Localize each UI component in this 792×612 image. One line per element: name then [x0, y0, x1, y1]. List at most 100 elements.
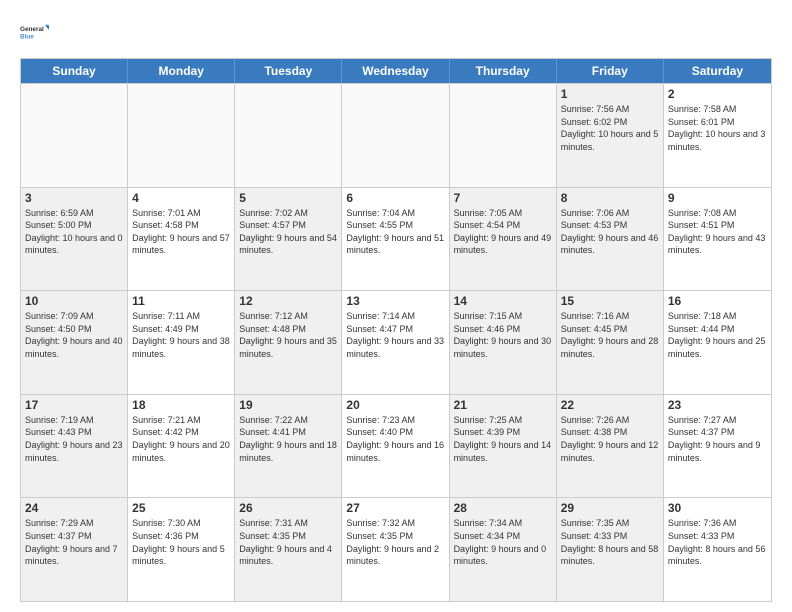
- calendar-cell: [21, 84, 128, 187]
- day-info: Sunrise: 7:18 AM Sunset: 4:44 PM Dayligh…: [668, 310, 767, 360]
- day-number: 14: [454, 294, 552, 308]
- calendar-cell: 16 Sunrise: 7:18 AM Sunset: 4:44 PM Dayli…: [664, 291, 771, 394]
- calendar-cell: 5 Sunrise: 7:02 AM Sunset: 4:57 PM Daylig…: [235, 188, 342, 291]
- svg-text:Blue: Blue: [20, 33, 34, 40]
- day-number: 30: [668, 501, 767, 515]
- day-number: 5: [239, 191, 337, 205]
- day-info: Sunrise: 7:09 AM Sunset: 4:50 PM Dayligh…: [25, 310, 123, 360]
- calendar-cell: [450, 84, 557, 187]
- logo-icon: General Blue: [20, 16, 52, 48]
- day-info: Sunrise: 7:58 AM Sunset: 6:01 PM Dayligh…: [668, 103, 767, 153]
- day-number: 3: [25, 191, 123, 205]
- day-number: 16: [668, 294, 767, 308]
- calendar-cell: 3 Sunrise: 6:59 AM Sunset: 5:00 PM Daylig…: [21, 188, 128, 291]
- calendar-cell: 29Sunrise: 7:35 AM Sunset: 4:33 PM Dayli…: [557, 498, 664, 601]
- calendar-cell: 23 Sunrise: 7:27 AM Sunset: 4:37 PM Dayli…: [664, 395, 771, 498]
- day-info: Sunrise: 7:04 AM Sunset: 4:55 PM Dayligh…: [346, 207, 444, 257]
- day-number: 12: [239, 294, 337, 308]
- day-info: Sunrise: 7:25 AM Sunset: 4:39 PM Dayligh…: [454, 414, 552, 464]
- header-cell-sunday: Sunday: [21, 59, 128, 83]
- day-number: 19: [239, 398, 337, 412]
- day-info: Sunrise: 7:36 AM Sunset: 4:33 PM Dayligh…: [668, 517, 767, 567]
- day-number: 6: [346, 191, 444, 205]
- day-number: 10: [25, 294, 123, 308]
- day-info: Sunrise: 7:12 AM Sunset: 4:48 PM Dayligh…: [239, 310, 337, 360]
- day-number: 29: [561, 501, 659, 515]
- calendar-cell: 19Sunrise: 7:22 AM Sunset: 4:41 PM Dayli…: [235, 395, 342, 498]
- day-info: Sunrise: 7:34 AM Sunset: 4:34 PM Dayligh…: [454, 517, 552, 567]
- header-cell-monday: Monday: [128, 59, 235, 83]
- day-number: 13: [346, 294, 444, 308]
- day-number: 28: [454, 501, 552, 515]
- calendar-cell: 11 Sunrise: 7:11 AM Sunset: 4:49 PM Dayli…: [128, 291, 235, 394]
- day-info: Sunrise: 7:15 AM Sunset: 4:46 PM Dayligh…: [454, 310, 552, 360]
- page-header: General Blue: [20, 16, 772, 48]
- day-info: Sunrise: 7:23 AM Sunset: 4:40 PM Dayligh…: [346, 414, 444, 464]
- day-number: 27: [346, 501, 444, 515]
- week-row-3: 10 Sunrise: 7:09 AM Sunset: 4:50 PM Dayli…: [21, 290, 771, 394]
- calendar-cell: 21 Sunrise: 7:25 AM Sunset: 4:39 PM Dayli…: [450, 395, 557, 498]
- day-info: Sunrise: 7:02 AM Sunset: 4:57 PM Dayligh…: [239, 207, 337, 257]
- calendar: SundayMondayTuesdayWednesdayThursdayFrid…: [20, 58, 772, 602]
- day-number: 18: [132, 398, 230, 412]
- calendar-cell: 12 Sunrise: 7:12 AM Sunset: 4:48 PM Dayli…: [235, 291, 342, 394]
- day-info: Sunrise: 7:16 AM Sunset: 4:45 PM Dayligh…: [561, 310, 659, 360]
- calendar-cell: 14 Sunrise: 7:15 AM Sunset: 4:46 PM Dayli…: [450, 291, 557, 394]
- day-number: 17: [25, 398, 123, 412]
- calendar-cell: 17 Sunrise: 7:19 AM Sunset: 4:43 PM Dayli…: [21, 395, 128, 498]
- day-info: Sunrise: 7:14 AM Sunset: 4:47 PM Dayligh…: [346, 310, 444, 360]
- calendar-cell: 25Sunrise: 7:30 AM Sunset: 4:36 PM Dayli…: [128, 498, 235, 601]
- day-number: 11: [132, 294, 230, 308]
- calendar-cell: 30 Sunrise: 7:36 AM Sunset: 4:33 PM Dayli…: [664, 498, 771, 601]
- day-info: Sunrise: 7:01 AM Sunset: 4:58 PM Dayligh…: [132, 207, 230, 257]
- calendar-cell: 8 Sunrise: 7:06 AM Sunset: 4:53 PM Daylig…: [557, 188, 664, 291]
- day-info: Sunrise: 7:29 AM Sunset: 4:37 PM Dayligh…: [25, 517, 123, 567]
- calendar-body: 1Sunrise: 7:56 AM Sunset: 6:02 PM Daylig…: [21, 83, 771, 601]
- week-row-5: 24 Sunrise: 7:29 AM Sunset: 4:37 PM Dayli…: [21, 497, 771, 601]
- day-number: 26: [239, 501, 337, 515]
- day-info: Sunrise: 7:06 AM Sunset: 4:53 PM Dayligh…: [561, 207, 659, 257]
- day-info: Sunrise: 7:21 AM Sunset: 4:42 PM Dayligh…: [132, 414, 230, 464]
- day-info: Sunrise: 7:08 AM Sunset: 4:51 PM Dayligh…: [668, 207, 767, 257]
- header-cell-wednesday: Wednesday: [342, 59, 449, 83]
- week-row-2: 3 Sunrise: 6:59 AM Sunset: 5:00 PM Daylig…: [21, 187, 771, 291]
- day-number: 22: [561, 398, 659, 412]
- calendar-cell: 18 Sunrise: 7:21 AM Sunset: 4:42 PM Dayli…: [128, 395, 235, 498]
- week-row-4: 17 Sunrise: 7:19 AM Sunset: 4:43 PM Dayli…: [21, 394, 771, 498]
- day-info: Sunrise: 7:19 AM Sunset: 4:43 PM Dayligh…: [25, 414, 123, 464]
- calendar-cell: 15Sunrise: 7:16 AM Sunset: 4:45 PM Dayli…: [557, 291, 664, 394]
- day-info: Sunrise: 7:32 AM Sunset: 4:35 PM Dayligh…: [346, 517, 444, 567]
- calendar-cell: 26 Sunrise: 7:31 AM Sunset: 4:35 PM Dayli…: [235, 498, 342, 601]
- calendar-cell: 4 Sunrise: 7:01 AM Sunset: 4:58 PM Daylig…: [128, 188, 235, 291]
- day-number: 21: [454, 398, 552, 412]
- calendar-cell: 28 Sunrise: 7:34 AM Sunset: 4:34 PM Dayli…: [450, 498, 557, 601]
- week-row-1: 1Sunrise: 7:56 AM Sunset: 6:02 PM Daylig…: [21, 83, 771, 187]
- calendar-cell: [128, 84, 235, 187]
- calendar-cell: 20Sunrise: 7:23 AM Sunset: 4:40 PM Dayli…: [342, 395, 449, 498]
- logo: General Blue: [20, 16, 52, 48]
- day-number: 4: [132, 191, 230, 205]
- calendar-cell: 13 Sunrise: 7:14 AM Sunset: 4:47 PM Dayli…: [342, 291, 449, 394]
- day-info: Sunrise: 7:11 AM Sunset: 4:49 PM Dayligh…: [132, 310, 230, 360]
- header-cell-tuesday: Tuesday: [235, 59, 342, 83]
- day-info: Sunrise: 7:31 AM Sunset: 4:35 PM Dayligh…: [239, 517, 337, 567]
- day-info: Sunrise: 7:26 AM Sunset: 4:38 PM Dayligh…: [561, 414, 659, 464]
- day-info: Sunrise: 7:27 AM Sunset: 4:37 PM Dayligh…: [668, 414, 767, 464]
- day-number: 7: [454, 191, 552, 205]
- day-number: 23: [668, 398, 767, 412]
- day-number: 25: [132, 501, 230, 515]
- day-number: 2: [668, 87, 767, 101]
- day-info: Sunrise: 6:59 AM Sunset: 5:00 PM Dayligh…: [25, 207, 123, 257]
- calendar-cell: 24 Sunrise: 7:29 AM Sunset: 4:37 PM Dayli…: [21, 498, 128, 601]
- calendar-cell: 6 Sunrise: 7:04 AM Sunset: 4:55 PM Daylig…: [342, 188, 449, 291]
- calendar-header: SundayMondayTuesdayWednesdayThursdayFrid…: [21, 59, 771, 83]
- calendar-cell: [342, 84, 449, 187]
- day-info: Sunrise: 7:05 AM Sunset: 4:54 PM Dayligh…: [454, 207, 552, 257]
- calendar-cell: 1Sunrise: 7:56 AM Sunset: 6:02 PM Daylig…: [557, 84, 664, 187]
- day-number: 8: [561, 191, 659, 205]
- day-number: 1: [561, 87, 659, 101]
- calendar-cell: [235, 84, 342, 187]
- svg-text:General: General: [20, 26, 44, 33]
- day-number: 24: [25, 501, 123, 515]
- calendar-cell: 10 Sunrise: 7:09 AM Sunset: 4:50 PM Dayli…: [21, 291, 128, 394]
